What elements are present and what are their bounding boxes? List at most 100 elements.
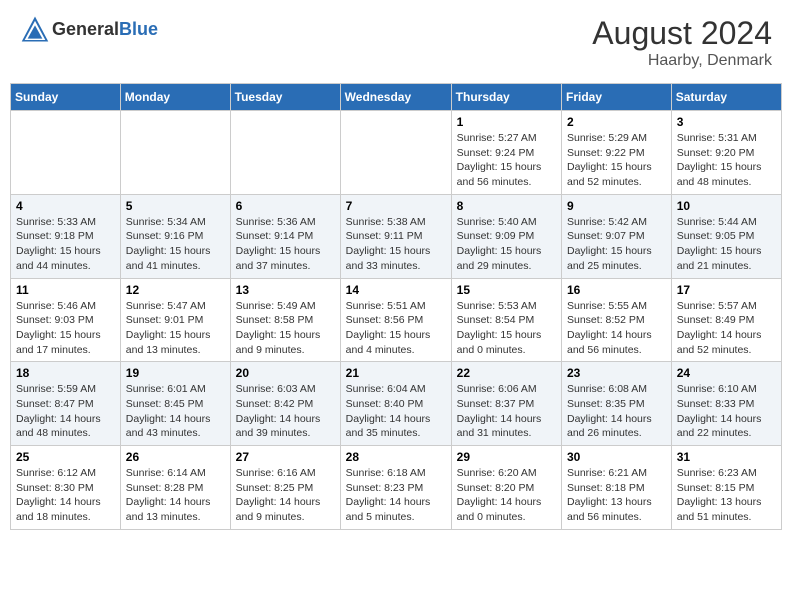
day-number: 7 xyxy=(346,199,446,213)
day-number: 13 xyxy=(236,283,335,297)
page-header: GeneralBlue August 2024 Haarby, Denmark xyxy=(10,10,782,75)
table-row: 12 Sunrise: 5:47 AMSunset: 9:01 PMDayligh… xyxy=(120,278,230,362)
logo: GeneralBlue xyxy=(20,15,158,43)
table-row: 16Sunrise: 5:55 AMSunset: 8:52 PMDayligh… xyxy=(562,278,672,362)
table-row xyxy=(340,111,451,195)
day-number: 21 xyxy=(346,366,446,380)
day-number: 5 xyxy=(126,199,225,213)
calendar-week-row: 18Sunrise: 5:59 AMSunset: 8:47 PMDayligh… xyxy=(11,362,782,446)
calendar-week-row: 1Sunrise: 5:27 AMSunset: 9:24 PMDaylight… xyxy=(11,111,782,195)
day-number: 1 xyxy=(457,115,556,129)
day-number: 2 xyxy=(567,115,666,129)
day-info: Sunrise: 5:33 AMSunset: 9:18 PMDaylight:… xyxy=(16,216,101,272)
day-info: Sunrise: 6:23 AMSunset: 8:15 PMDaylight:… xyxy=(677,467,762,523)
day-info: Sunrise: 5:46 AMSunset: 9:03 PMDaylight:… xyxy=(16,300,101,356)
day-number: 25 xyxy=(16,450,115,464)
day-info: Sunrise: 6:06 AMSunset: 8:37 PMDaylight:… xyxy=(457,383,542,439)
day-info: Sunrise: 5:49 AMSunset: 8:58 PMDaylight:… xyxy=(236,300,321,356)
calendar-week-row: 25 Sunrise: 6:12 AMSunset: 8:30 PMDayligh… xyxy=(11,446,782,530)
day-info: Sunrise: 5:51 AMSunset: 8:56 PMDaylight:… xyxy=(346,300,431,356)
col-wednesday: Wednesday xyxy=(340,84,451,111)
day-number: 11 xyxy=(16,283,115,297)
day-info: Sunrise: 6:16 AMSunset: 8:25 PMDaylight:… xyxy=(236,467,321,523)
day-info: Sunrise: 6:10 AMSunset: 8:33 PMDaylight:… xyxy=(677,383,762,439)
table-row xyxy=(11,111,121,195)
day-info: Sunrise: 5:59 AMSunset: 8:47 PMDaylight:… xyxy=(16,383,101,439)
table-row: 25 Sunrise: 6:12 AMSunset: 8:30 PMDayligh… xyxy=(11,446,121,530)
day-info: Sunrise: 5:57 AMSunset: 8:49 PMDaylight:… xyxy=(677,300,762,356)
day-info: Sunrise: 6:18 AMSunset: 8:23 PMDaylight:… xyxy=(346,467,431,523)
calendar-week-row: 4Sunrise: 5:33 AMSunset: 9:18 PMDaylight… xyxy=(11,194,782,278)
day-info: Sunrise: 6:03 AMSunset: 8:42 PMDaylight:… xyxy=(236,383,321,439)
table-row: 4Sunrise: 5:33 AMSunset: 9:18 PMDaylight… xyxy=(11,194,121,278)
day-info: Sunrise: 5:34 AMSunset: 9:16 PMDaylight:… xyxy=(126,216,211,272)
day-info: Sunrise: 6:21 AMSunset: 8:18 PMDaylight:… xyxy=(567,467,652,523)
day-number: 28 xyxy=(346,450,446,464)
day-number: 23 xyxy=(567,366,666,380)
day-number: 24 xyxy=(677,366,776,380)
day-info: Sunrise: 5:44 AMSunset: 9:05 PMDaylight:… xyxy=(677,216,762,272)
table-row: 22 Sunrise: 6:06 AMSunset: 8:37 PMDayligh… xyxy=(451,362,561,446)
table-row: 3Sunrise: 5:31 AMSunset: 9:20 PMDaylight… xyxy=(671,111,781,195)
day-info: Sunrise: 5:47 AMSunset: 9:01 PMDaylight:… xyxy=(126,300,211,356)
table-row: 5 Sunrise: 5:34 AMSunset: 9:16 PMDaylight… xyxy=(120,194,230,278)
col-saturday: Saturday xyxy=(671,84,781,111)
calendar-header-row: Sunday Monday Tuesday Wednesday Thursday… xyxy=(11,84,782,111)
table-row xyxy=(230,111,340,195)
logo-icon xyxy=(20,15,50,43)
table-row: 27 Sunrise: 6:16 AMSunset: 8:25 PMDayligh… xyxy=(230,446,340,530)
col-sunday: Sunday xyxy=(11,84,121,111)
day-number: 6 xyxy=(236,199,335,213)
table-row: 15Sunrise: 5:53 AMSunset: 8:54 PMDayligh… xyxy=(451,278,561,362)
day-number: 31 xyxy=(677,450,776,464)
table-row: 13 Sunrise: 5:49 AMSunset: 8:58 PMDayligh… xyxy=(230,278,340,362)
logo-general-text: General xyxy=(52,19,119,39)
table-row: 8 Sunrise: 5:40 AMSunset: 9:09 PMDaylight… xyxy=(451,194,561,278)
table-row: 14 Sunrise: 5:51 AMSunset: 8:56 PMDayligh… xyxy=(340,278,451,362)
day-number: 30 xyxy=(567,450,666,464)
day-number: 22 xyxy=(457,366,556,380)
title-block: August 2024 Haarby, Denmark xyxy=(592,15,772,70)
day-info: Sunrise: 5:42 AMSunset: 9:07 PMDaylight:… xyxy=(567,216,652,272)
table-row: 20 Sunrise: 6:03 AMSunset: 8:42 PMDayligh… xyxy=(230,362,340,446)
table-row: 31 Sunrise: 6:23 AMSunset: 8:15 PMDayligh… xyxy=(671,446,781,530)
day-info: Sunrise: 5:40 AMSunset: 9:09 PMDaylight:… xyxy=(457,216,542,272)
day-info: Sunrise: 5:31 AMSunset: 9:20 PMDaylight:… xyxy=(677,132,762,188)
table-row: 6 Sunrise: 5:36 AMSunset: 9:14 PMDaylight… xyxy=(230,194,340,278)
calendar-week-row: 11 Sunrise: 5:46 AMSunset: 9:03 PMDayligh… xyxy=(11,278,782,362)
day-number: 14 xyxy=(346,283,446,297)
day-number: 15 xyxy=(457,283,556,297)
day-info: Sunrise: 6:12 AMSunset: 8:30 PMDaylight:… xyxy=(16,467,101,523)
day-info: Sunrise: 6:20 AMSunset: 8:20 PMDaylight:… xyxy=(457,467,542,523)
col-monday: Monday xyxy=(120,84,230,111)
day-info: Sunrise: 6:14 AMSunset: 8:28 PMDaylight:… xyxy=(126,467,211,523)
col-thursday: Thursday xyxy=(451,84,561,111)
day-info: Sunrise: 5:38 AMSunset: 9:11 PMDaylight:… xyxy=(346,216,431,272)
day-info: Sunrise: 5:36 AMSunset: 9:14 PMDaylight:… xyxy=(236,216,321,272)
table-row xyxy=(120,111,230,195)
col-tuesday: Tuesday xyxy=(230,84,340,111)
day-number: 27 xyxy=(236,450,335,464)
table-row: 24 Sunrise: 6:10 AMSunset: 8:33 PMDayligh… xyxy=(671,362,781,446)
table-row: 10Sunrise: 5:44 AMSunset: 9:05 PMDayligh… xyxy=(671,194,781,278)
table-row: 26 Sunrise: 6:14 AMSunset: 8:28 PMDayligh… xyxy=(120,446,230,530)
col-friday: Friday xyxy=(562,84,672,111)
table-row: 21 Sunrise: 6:04 AMSunset: 8:40 PMDayligh… xyxy=(340,362,451,446)
table-row: 1Sunrise: 5:27 AMSunset: 9:24 PMDaylight… xyxy=(451,111,561,195)
day-number: 19 xyxy=(126,366,225,380)
table-row: 18Sunrise: 5:59 AMSunset: 8:47 PMDayligh… xyxy=(11,362,121,446)
day-number: 12 xyxy=(126,283,225,297)
day-number: 8 xyxy=(457,199,556,213)
day-number: 16 xyxy=(567,283,666,297)
month-year-title: August 2024 xyxy=(592,15,772,52)
table-row: 29Sunrise: 6:20 AMSunset: 8:20 PMDayligh… xyxy=(451,446,561,530)
day-number: 26 xyxy=(126,450,225,464)
table-row: 11 Sunrise: 5:46 AMSunset: 9:03 PMDayligh… xyxy=(11,278,121,362)
location-subtitle: Haarby, Denmark xyxy=(592,52,772,70)
table-row: 28 Sunrise: 6:18 AMSunset: 8:23 PMDayligh… xyxy=(340,446,451,530)
table-row: 19 Sunrise: 6:01 AMSunset: 8:45 PMDayligh… xyxy=(120,362,230,446)
day-number: 20 xyxy=(236,366,335,380)
day-number: 9 xyxy=(567,199,666,213)
day-info: Sunrise: 6:01 AMSunset: 8:45 PMDaylight:… xyxy=(126,383,211,439)
day-info: Sunrise: 6:04 AMSunset: 8:40 PMDaylight:… xyxy=(346,383,431,439)
